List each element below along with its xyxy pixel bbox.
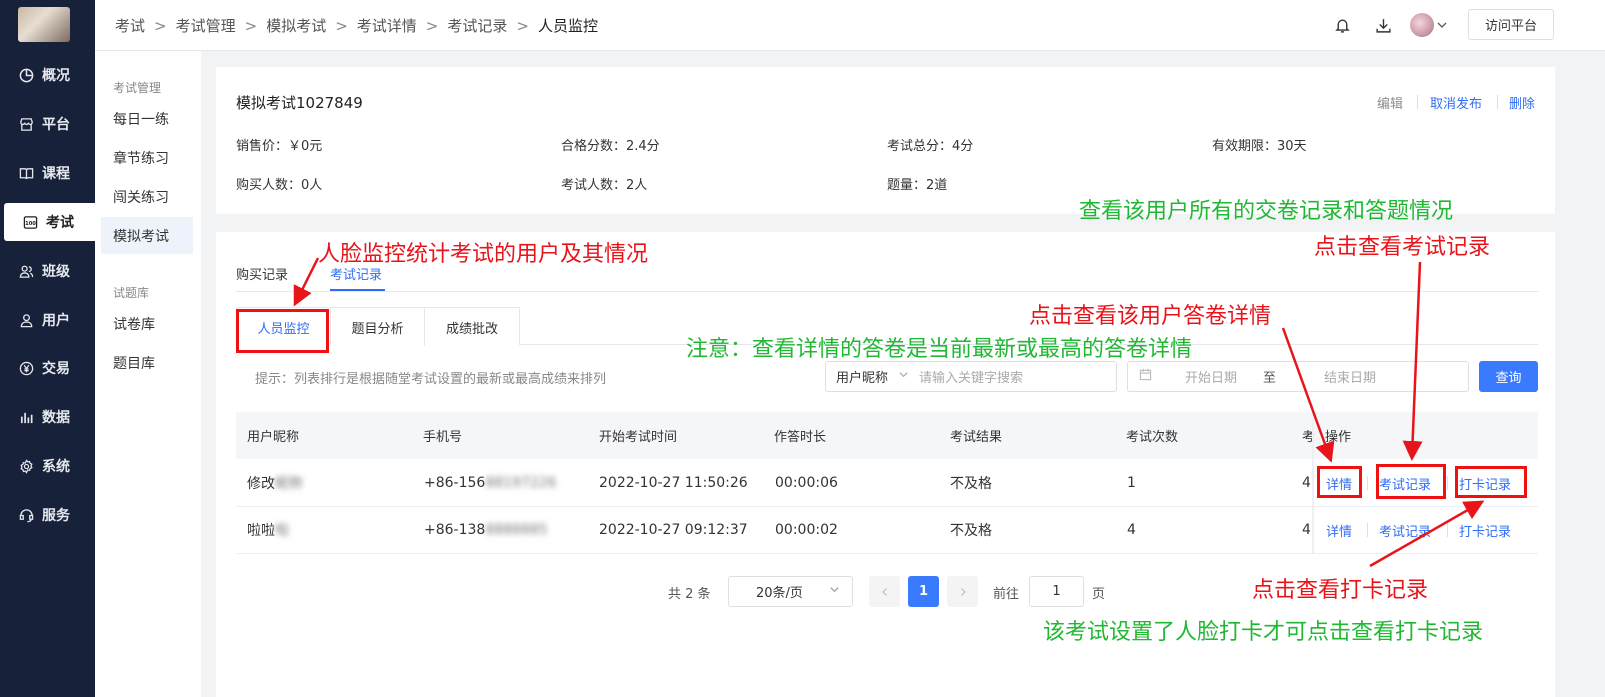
arrow-line xyxy=(1281,327,1335,463)
annotation-click-detail: 点击查看该用户答卷详情 xyxy=(1029,304,1272,329)
annotation-view-all: 查看该用户所有的交卷记录和答题情况 xyxy=(1079,199,1454,224)
annotation-click-checkin: 点击查看打卡记录 xyxy=(1252,578,1429,603)
arrow-line xyxy=(1369,500,1485,568)
annotation-note: 注意：查看详情的答卷是当前最新或最高的答卷详情 xyxy=(686,337,1193,362)
annotation-click-exam-record: 点击查看考试记录 xyxy=(1314,235,1491,260)
arrow-line xyxy=(1402,261,1423,461)
annotation-checkin-note: 该考试设置了人脸打卡才可点击查看打卡记录 xyxy=(1043,620,1484,645)
arrow-line xyxy=(293,257,320,307)
annotation-face-monitor: 人脸监控统计考试的用户及其情况 xyxy=(318,242,649,267)
